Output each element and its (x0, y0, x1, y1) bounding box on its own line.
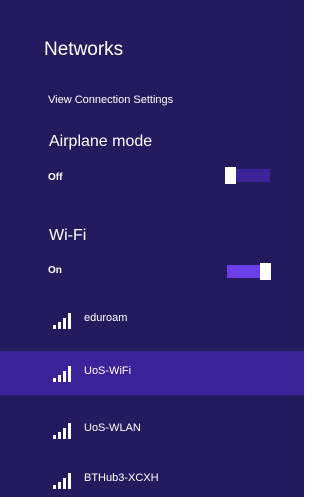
airplane-mode-state: Off (48, 172, 63, 183)
network-name: BTHub3-XCXH (84, 472, 159, 484)
airplane-mode-label: Airplane mode (49, 133, 153, 150)
network-name: UoS-WLAN (84, 422, 141, 434)
airplane-toggle-track (236, 169, 270, 182)
wifi-signal-icon (53, 313, 73, 329)
networks-panel: Networks View Connection Settings Airpla… (0, 0, 306, 497)
wifi-signal-icon (53, 366, 73, 382)
network-item-eduroam[interactable]: eduroam (0, 298, 304, 342)
airplane-toggle-thumb[interactable] (225, 167, 236, 184)
panel-title: Networks (44, 39, 124, 60)
network-name: eduroam (84, 312, 128, 324)
wifi-toggle-thumb[interactable] (260, 263, 271, 280)
network-name: UoS-WiFi (84, 365, 132, 377)
network-item-bthub3-xcxh[interactable]: BTHub3-XCXH (0, 458, 304, 497)
wifi-signal-icon (53, 473, 73, 489)
wifi-toggle[interactable] (227, 263, 272, 280)
wifi-label: Wi-Fi (49, 227, 87, 244)
network-item-uos-wifi[interactable]: UoS-WiFi (0, 351, 304, 395)
wifi-toggle-track (227, 265, 260, 278)
airplane-mode-toggle[interactable] (225, 167, 270, 184)
wifi-state: On (48, 265, 62, 276)
wifi-signal-icon (53, 423, 73, 439)
view-connection-settings-link[interactable]: View Connection Settings (48, 93, 173, 107)
network-item-uos-wlan[interactable]: UoS-WLAN (0, 408, 304, 452)
